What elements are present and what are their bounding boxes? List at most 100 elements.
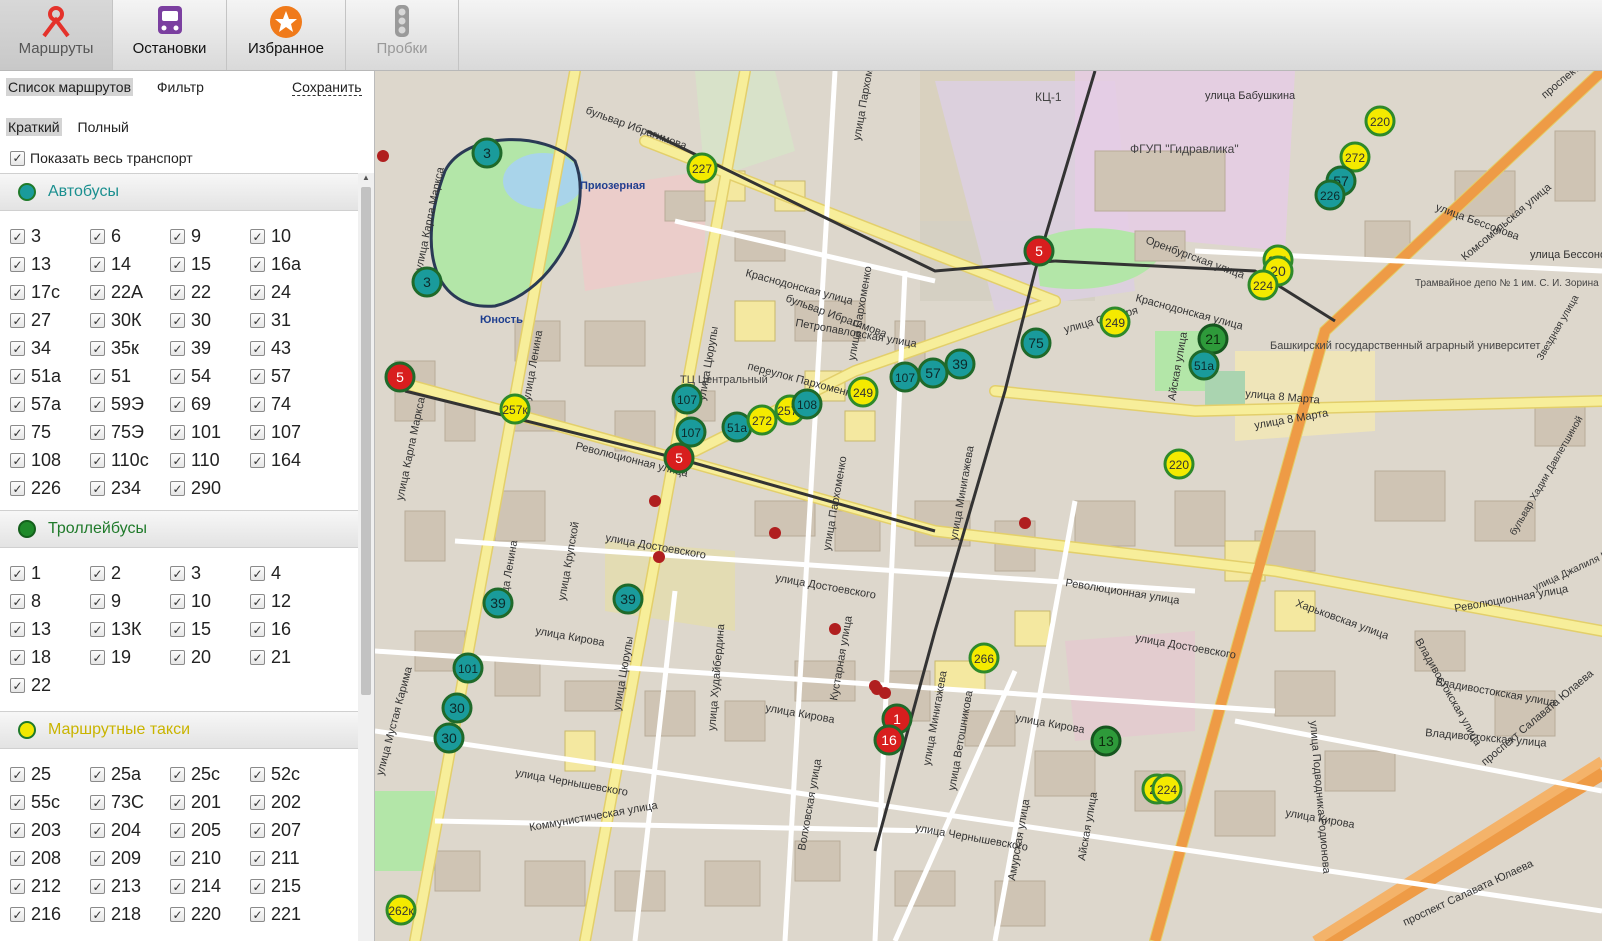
checkbox[interactable]: ✓ — [250, 767, 265, 782]
route-checkbox-item[interactable]: ✓ 8 — [10, 591, 90, 612]
route-checkbox-item[interactable]: ✓ 69 — [170, 394, 250, 415]
route-checkbox-item[interactable]: ✓ 9 — [90, 591, 170, 612]
route-checkbox-item[interactable]: ✓ 51 — [90, 366, 170, 387]
route-checkbox-item[interactable]: ✓ 17с — [10, 282, 90, 303]
checkbox[interactable]: ✓ — [250, 823, 265, 838]
checkbox[interactable]: ✓ — [10, 622, 25, 637]
vehicle-marker-bus[interactable]: 107 — [675, 416, 707, 448]
checkbox[interactable]: ✓ — [170, 397, 185, 412]
sidebar-scrollbar[interactable]: ▲ — [358, 173, 374, 941]
route-checkbox-item[interactable]: ✓ 216 — [10, 904, 90, 925]
checkbox[interactable]: ✓ — [10, 678, 25, 693]
route-checkbox-item[interactable]: ✓ 13 — [10, 619, 90, 640]
route-checkbox-item[interactable]: ✓ 14 — [90, 254, 170, 275]
checkbox[interactable]: ✓ — [90, 397, 105, 412]
route-checkbox-item[interactable]: ✓ 110с — [90, 450, 170, 471]
route-checkbox-item[interactable]: ✓ 22А — [90, 282, 170, 303]
checkbox[interactable]: ✓ — [250, 622, 265, 637]
vehicle-marker-stop[interactable]: 5 — [384, 361, 416, 393]
vehicle-marker-stop[interactable]: 5 — [663, 442, 695, 474]
checkbox[interactable]: ✓ — [250, 795, 265, 810]
map-canvas[interactable]: бульвар Ибрагимовабульвар ИбрагимоваРево… — [375, 71, 1602, 941]
vehicle-marker-bus[interactable]: 107 — [671, 383, 703, 415]
checkbox[interactable]: ✓ — [90, 823, 105, 838]
checkbox[interactable]: ✓ — [170, 369, 185, 384]
checkbox[interactable]: ✓ — [10, 767, 25, 782]
checkbox[interactable]: ✓ — [90, 622, 105, 637]
mode-full[interactable]: Полный — [76, 118, 131, 136]
vehicle-marker-taxi[interactable]: 257к — [499, 393, 531, 425]
checkbox[interactable]: ✓ — [250, 313, 265, 328]
route-checkbox-item[interactable]: ✓ 204 — [90, 820, 170, 841]
vehicle-marker-bus[interactable]: 57 — [917, 357, 949, 389]
checkbox[interactable]: ✓ — [170, 229, 185, 244]
checkbox[interactable]: ✓ — [170, 767, 185, 782]
checkbox[interactable]: ✓ — [10, 285, 25, 300]
route-checkbox-item[interactable]: ✓ 55с — [10, 792, 90, 813]
checkbox[interactable]: ✓ — [170, 285, 185, 300]
tab-route-list[interactable]: Список маршрутов — [6, 78, 134, 96]
route-checkbox-item[interactable]: ✓ 208 — [10, 848, 90, 869]
route-checkbox-item[interactable]: ✓ 226 — [10, 478, 90, 499]
checkbox[interactable]: ✓ — [90, 341, 105, 356]
scroll-thumb[interactable] — [361, 187, 371, 695]
route-checkbox-item[interactable]: ✓ 211 — [250, 848, 330, 869]
vehicle-marker-bus[interactable]: 30 — [441, 692, 473, 724]
checkbox[interactable]: ✓ — [250, 369, 265, 384]
checkbox[interactable]: ✓ — [90, 851, 105, 866]
vehicle-marker-bus[interactable]: 39 — [944, 348, 976, 380]
checkbox[interactable]: ✓ — [170, 425, 185, 440]
checkbox[interactable]: ✓ — [90, 650, 105, 665]
vehicle-marker-stop[interactable]: 5 — [1023, 235, 1055, 267]
route-checkbox-item[interactable]: ✓ 16а — [250, 254, 330, 275]
route-checkbox-item[interactable]: ✓ 30 — [170, 310, 250, 331]
route-checkbox-item[interactable]: ✓ 15 — [170, 254, 250, 275]
checkbox[interactable]: ✓ — [250, 341, 265, 356]
vehicle-marker-taxi[interactable]: 266 — [968, 642, 1000, 674]
checkbox[interactable]: ✓ — [170, 257, 185, 272]
route-checkbox-item[interactable]: ✓ 54 — [170, 366, 250, 387]
show-all-checkbox[interactable]: ✓ Показать весь транспорт — [10, 150, 193, 166]
route-checkbox-item[interactable]: ✓ 202 — [250, 792, 330, 813]
checkbox[interactable]: ✓ — [170, 823, 185, 838]
checkbox[interactable]: ✓ — [10, 341, 25, 356]
checkbox[interactable]: ✓ — [90, 481, 105, 496]
vehicle-marker-taxi[interactable]: 224 — [1247, 269, 1279, 301]
checkbox[interactable]: ✓ — [90, 907, 105, 922]
checkbox[interactable]: ✓ — [250, 566, 265, 581]
route-checkbox-item[interactable]: ✓ 25а — [90, 764, 170, 785]
vehicle-marker-taxi[interactable]: 249 — [1099, 306, 1131, 338]
vehicle-marker-taxi[interactable]: 272 — [746, 404, 778, 436]
route-checkbox-item[interactable]: ✓ 164 — [250, 450, 330, 471]
route-checkbox-item[interactable]: ✓ 13 — [10, 254, 90, 275]
vehicle-marker-taxi[interactable]: 249 — [847, 376, 879, 408]
route-checkbox-item[interactable]: ✓ 19 — [90, 647, 170, 668]
route-checkbox-item[interactable]: ✓ 110 — [170, 450, 250, 471]
scroll-up-arrow-icon[interactable]: ▲ — [358, 173, 374, 185]
route-checkbox-item[interactable]: ✓ 107 — [250, 422, 330, 443]
vehicle-marker-bus[interactable]: 30 — [433, 722, 465, 754]
checkbox[interactable]: ✓ — [170, 650, 185, 665]
category-trolleybuses[interactable]: Троллейбусы — [0, 510, 358, 548]
checkbox[interactable]: ✓ — [250, 397, 265, 412]
tab-routes[interactable]: Маршруты — [0, 0, 113, 70]
route-checkbox-item[interactable]: ✓ 22 — [10, 675, 90, 696]
checkbox[interactable]: ✓ — [170, 622, 185, 637]
route-checkbox-item[interactable]: ✓ 13К — [90, 619, 170, 640]
route-checkbox-item[interactable]: ✓ 51а — [10, 366, 90, 387]
vehicle-marker-bus[interactable]: 39 — [482, 587, 514, 619]
vehicle-marker-taxi[interactable]: 224 — [1151, 773, 1183, 805]
category-minibus-taxis[interactable]: Маршрутные такси — [0, 711, 358, 749]
route-checkbox-item[interactable]: ✓ 3 — [10, 226, 90, 247]
checkbox[interactable]: ✓ — [250, 650, 265, 665]
checkbox[interactable]: ✓ — [10, 823, 25, 838]
route-checkbox-item[interactable]: ✓ 205 — [170, 820, 250, 841]
map-view[interactable]: бульвар Ибрагимова бульвар Ибрагимова Рево… — [375, 71, 1602, 941]
route-checkbox-item[interactable]: ✓ 6 — [90, 226, 170, 247]
checkbox[interactable]: ✓ — [10, 566, 25, 581]
vehicle-marker-taxi[interactable]: 220 — [1364, 105, 1396, 137]
route-checkbox-item[interactable]: ✓ 1 — [10, 563, 90, 584]
checkbox[interactable]: ✓ — [170, 453, 185, 468]
route-checkbox-item[interactable]: ✓ 210 — [170, 848, 250, 869]
vehicle-marker-bus[interactable]: 226 — [1314, 179, 1346, 211]
